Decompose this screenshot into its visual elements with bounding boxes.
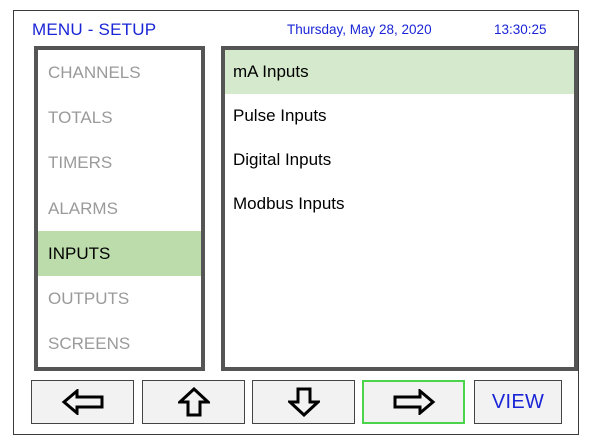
menu-item-totals[interactable]: TOTALS [38, 95, 201, 140]
left-button[interactable] [31, 380, 134, 424]
view-button[interactable]: VIEW [474, 380, 562, 424]
up-button[interactable] [142, 380, 245, 424]
main-menu: CHANNELS TOTALS TIMERS ALARMS INPUTS OUT… [34, 46, 205, 371]
menu-item-screens[interactable]: SCREENS [38, 321, 201, 366]
arrow-down-icon [287, 387, 320, 417]
menu-item-alarms[interactable]: ALARMS [38, 186, 201, 231]
arrow-up-icon [177, 387, 210, 417]
menu-item-inputs[interactable]: INPUTS [38, 230, 201, 276]
header-bar: MENU - SETUP Thursday, May 28, 2020 13:3… [14, 11, 578, 45]
submenu-panel: mA Inputs Pulse Inputs Digital Inputs Mo… [221, 46, 578, 371]
arrow-left-icon [61, 389, 105, 415]
date-display: Thursday, May 28, 2020 [287, 22, 432, 37]
device-screen: MENU - SETUP Thursday, May 28, 2020 13:3… [13, 10, 579, 435]
menu-item-timers[interactable]: TIMERS [38, 140, 201, 185]
view-button-label: VIEW [491, 390, 545, 413]
right-button[interactable] [362, 380, 465, 424]
down-button[interactable] [252, 380, 355, 424]
menu-item-channels[interactable]: CHANNELS [38, 50, 201, 95]
submenu-item-ma-inputs[interactable]: mA Inputs [225, 50, 574, 94]
time-display: 13:30:25 [494, 22, 547, 37]
arrow-right-icon [392, 389, 436, 415]
submenu-item-modbus-inputs[interactable]: Modbus Inputs [225, 182, 574, 226]
submenu-item-pulse-inputs[interactable]: Pulse Inputs [225, 94, 574, 138]
menu-item-outputs[interactable]: OUTPUTS [38, 276, 201, 321]
navigation-bar: VIEW [14, 380, 578, 426]
page-title: MENU - SETUP [32, 20, 157, 39]
submenu-item-digital-inputs[interactable]: Digital Inputs [225, 138, 574, 182]
